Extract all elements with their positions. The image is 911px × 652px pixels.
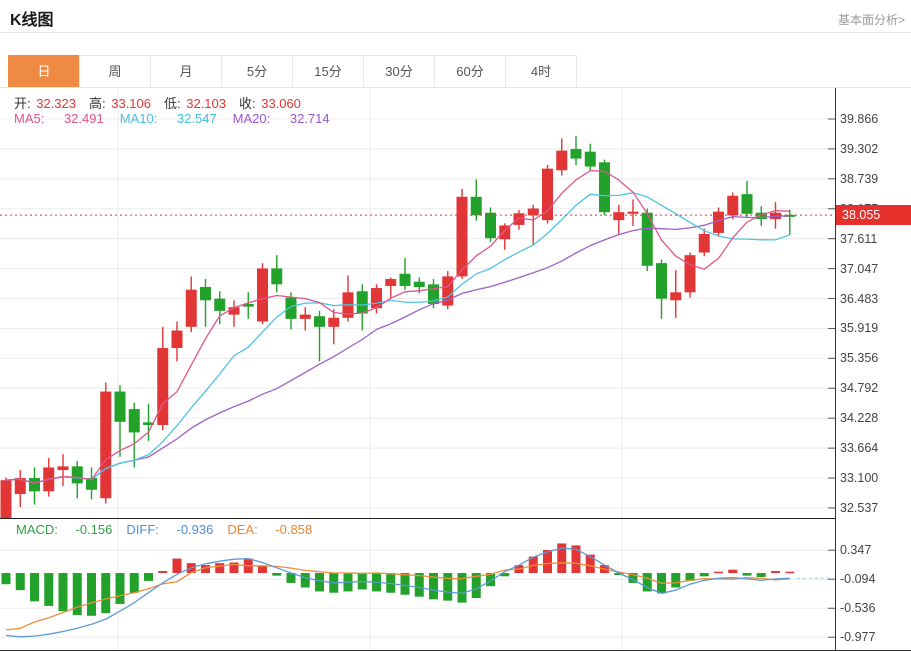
tab-60分[interactable]: 60分 — [434, 55, 506, 88]
header-divider — [0, 32, 911, 33]
macd-row-value: -0.858 — [272, 522, 312, 537]
tab-周[interactable]: 周 — [79, 55, 151, 88]
tab-日[interactable]: 日 — [8, 55, 80, 88]
chart-area: 开: 32.323 高: 33.106 低: 32.103 收: 33.060 MA5… — [0, 88, 911, 651]
ma-row-label: MA5: — [14, 111, 44, 126]
right-axis-line — [835, 88, 836, 650]
ma-row-label: MA10: — [120, 111, 158, 126]
ohlc-row-value: 32.323 — [33, 96, 76, 111]
ohlc-row-label: 低: — [164, 96, 181, 111]
fundamental-analysis-link[interactable]: 基本面分析> — [838, 11, 905, 28]
ma-row-value: 32.714 — [286, 111, 329, 126]
macd-row-label: DIFF: — [126, 522, 159, 537]
period-tabs: 日周月5分15分30分60分4时 — [8, 55, 577, 88]
ohlc-row-label: 高: — [89, 96, 106, 111]
macd-readout: MACD: -0.156 DIFF: -0.936 DEA: -0.858 — [16, 522, 326, 537]
ohlc-row-label: 收: — [239, 96, 256, 111]
price-axis-label: 34.792 — [840, 380, 910, 396]
price-axis-label: 38.739 — [840, 171, 910, 187]
price-axis-label: 33.664 — [840, 440, 910, 456]
current-price-marker: 38.055 — [836, 205, 911, 225]
tab-4时[interactable]: 4时 — [505, 55, 577, 88]
macd-chart[interactable] — [0, 518, 836, 650]
macd-axis-label: -0.977 — [840, 629, 910, 645]
macd-row-value: -0.936 — [173, 522, 213, 537]
main-candlestick-chart[interactable] — [0, 88, 836, 518]
tab-月[interactable]: 月 — [150, 55, 222, 88]
ohlc-row-value: 33.060 — [258, 96, 301, 111]
ma-readout: MA5: 32.491 MA10: 32.547 MA20: 32.714 — [14, 111, 346, 126]
panel-separator — [0, 518, 836, 519]
macd-row-value: -0.156 — [72, 522, 112, 537]
page-title: K线图 — [10, 6, 54, 30]
ma-row-value: 32.491 — [60, 111, 103, 126]
macd-axis-label: 0.347 — [840, 542, 910, 558]
tab-15分[interactable]: 15分 — [292, 55, 364, 88]
kline-page: K线图 基本面分析> 日周月5分15分30分60分4时 开: 32.323 高: … — [0, 0, 911, 652]
price-axis-label: 37.611 — [840, 231, 910, 247]
macd-axis-label: -0.094 — [840, 571, 910, 587]
price-axis-label: 35.919 — [840, 320, 910, 336]
tab-30分[interactable]: 30分 — [363, 55, 435, 88]
tab-5分[interactable]: 5分 — [221, 55, 293, 88]
ma-row-label: MA20: — [233, 111, 271, 126]
price-axis-label: 35.356 — [840, 350, 910, 366]
price-axis-label: 32.537 — [840, 500, 910, 516]
ohlc-row-value: 32.103 — [183, 96, 226, 111]
price-axis-label: 36.483 — [840, 291, 910, 307]
bottom-border — [0, 650, 911, 651]
ohlc-row-label: 开: — [14, 96, 31, 111]
macd-axis-label: -0.536 — [840, 600, 910, 616]
price-axis-label: 39.302 — [840, 141, 910, 157]
price-axis-label: 37.047 — [840, 261, 910, 277]
ohlc-row-value: 33.106 — [108, 96, 151, 111]
price-axis-label: 34.228 — [840, 410, 910, 426]
ohlc-readout: 开: 32.323 高: 33.106 低: 32.103 收: 33.060 — [14, 93, 314, 112]
price-axis-label: 39.866 — [840, 111, 910, 127]
price-axis-label: 33.100 — [840, 470, 910, 486]
macd-row-label: DEA: — [227, 522, 257, 537]
ma-row-value: 32.547 — [173, 111, 216, 126]
macd-row-label: MACD: — [16, 522, 58, 537]
